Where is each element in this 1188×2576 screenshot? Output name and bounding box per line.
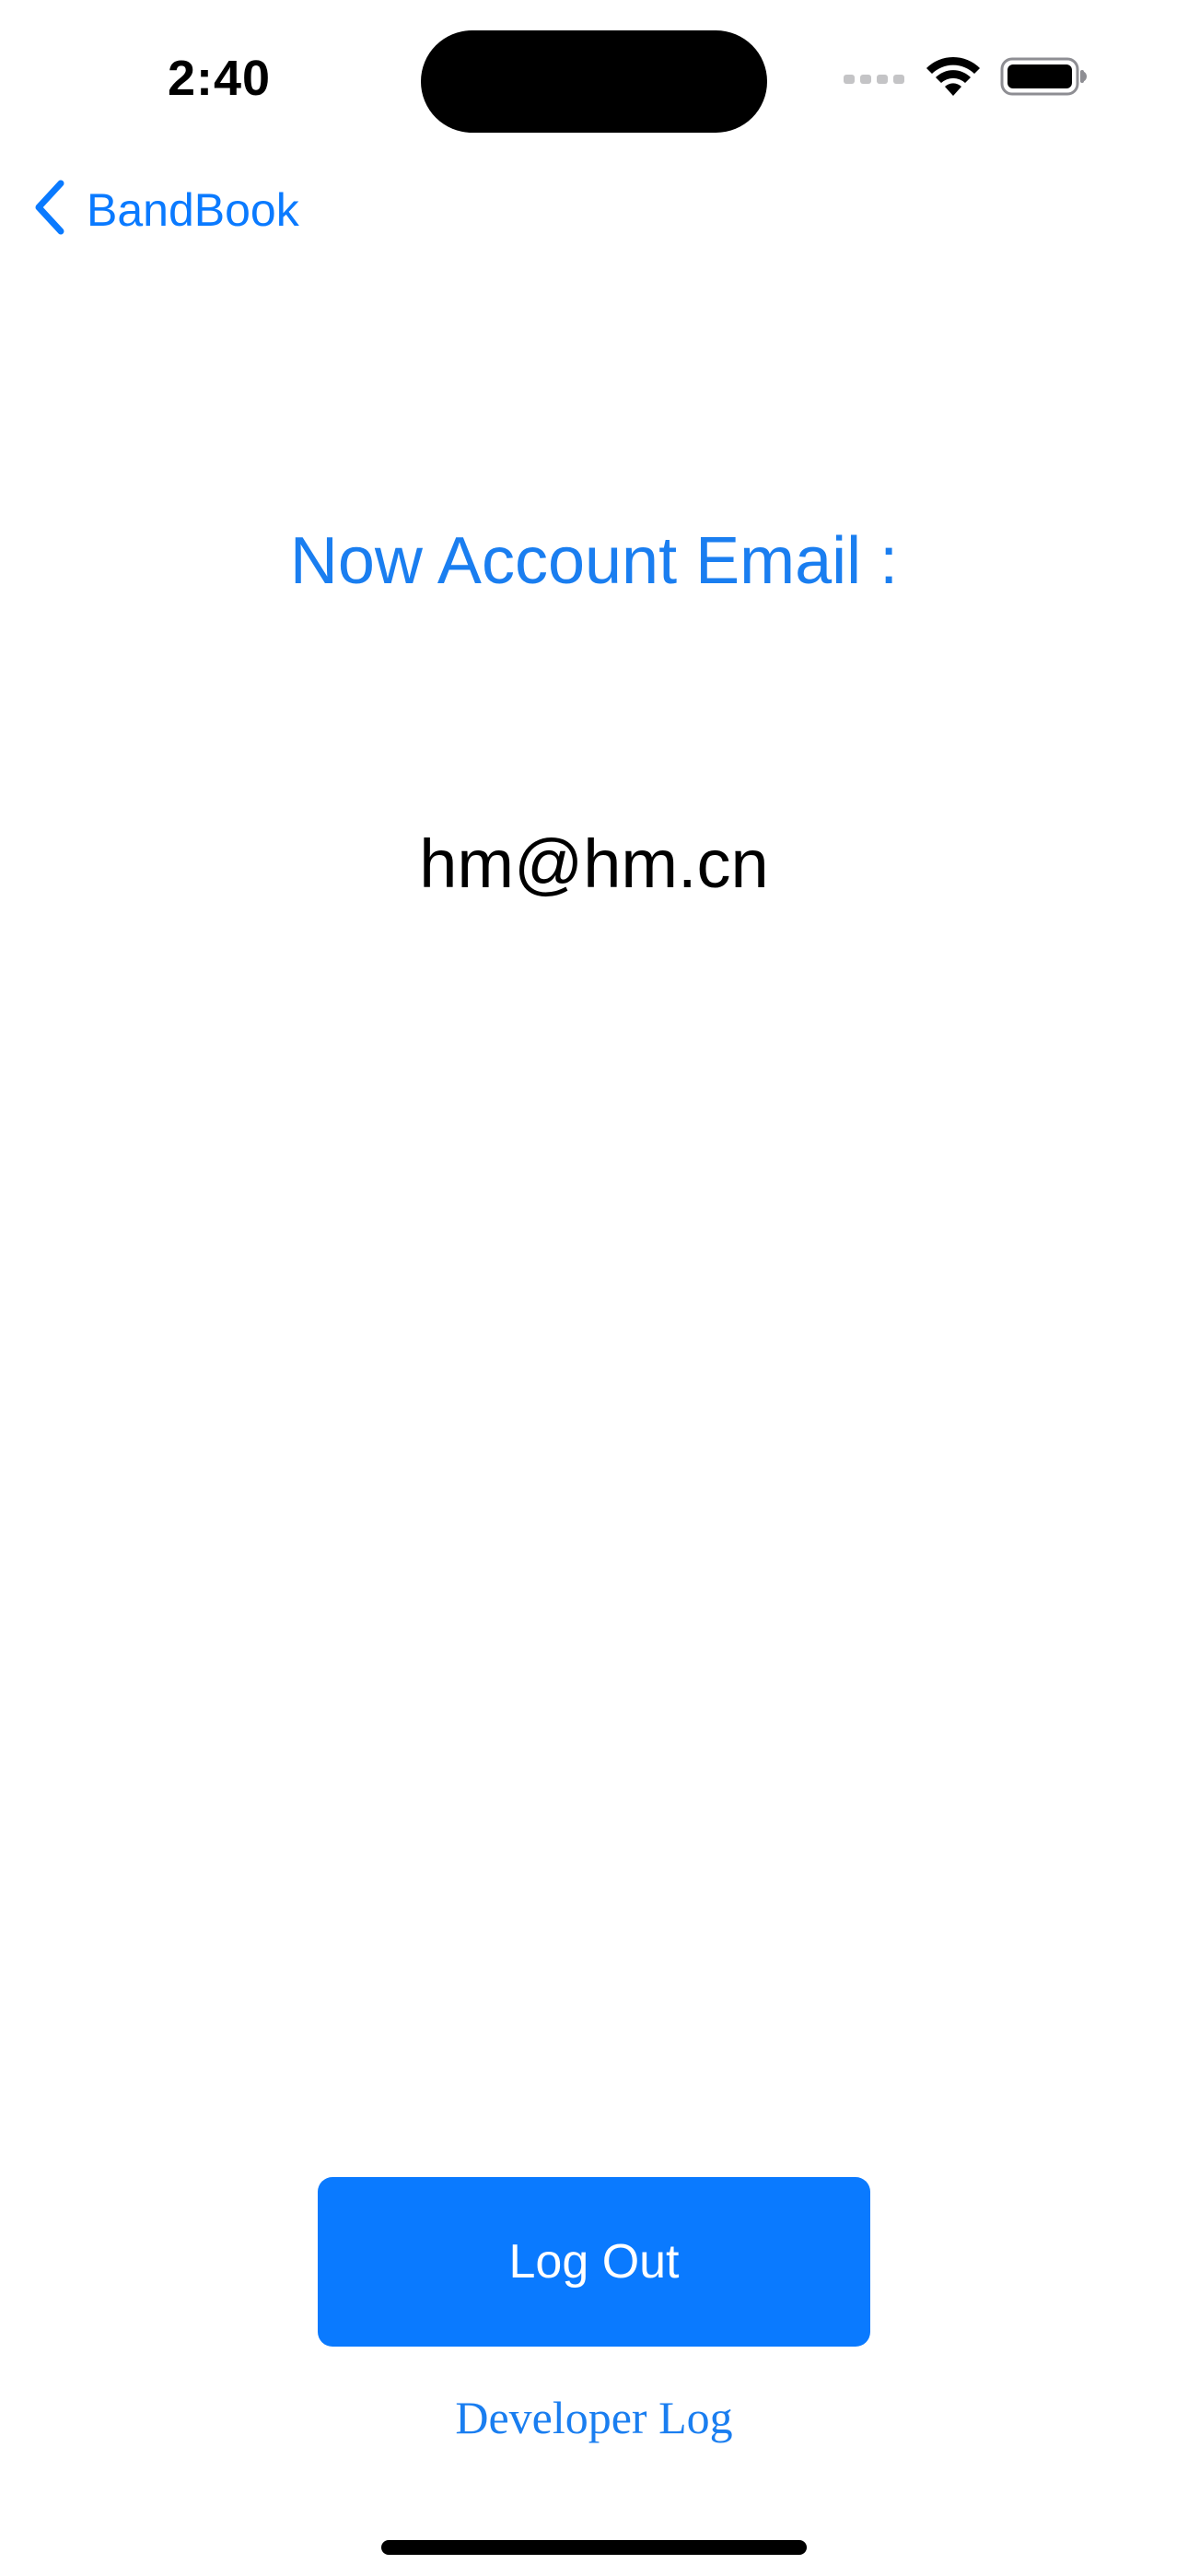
- back-button-label: BandBook: [87, 183, 299, 236]
- battery-icon: [1000, 55, 1087, 102]
- dynamic-island: [421, 30, 767, 133]
- account-email-value: hm@hm.cn: [419, 825, 769, 902]
- cellular-signal-icon: [844, 67, 906, 90]
- account-email-title: Now Account Email :: [289, 524, 899, 598]
- developer-log-link[interactable]: Developer Log: [0, 2391, 1188, 2444]
- wifi-icon: [925, 55, 982, 102]
- logout-button[interactable]: Log Out: [318, 2177, 870, 2347]
- back-button[interactable]: BandBook: [33, 180, 299, 240]
- chevron-left-icon: [33, 180, 66, 240]
- home-indicator: [381, 2540, 807, 2555]
- status-icons: [844, 55, 1087, 101]
- status-time: 2:40: [168, 51, 272, 106]
